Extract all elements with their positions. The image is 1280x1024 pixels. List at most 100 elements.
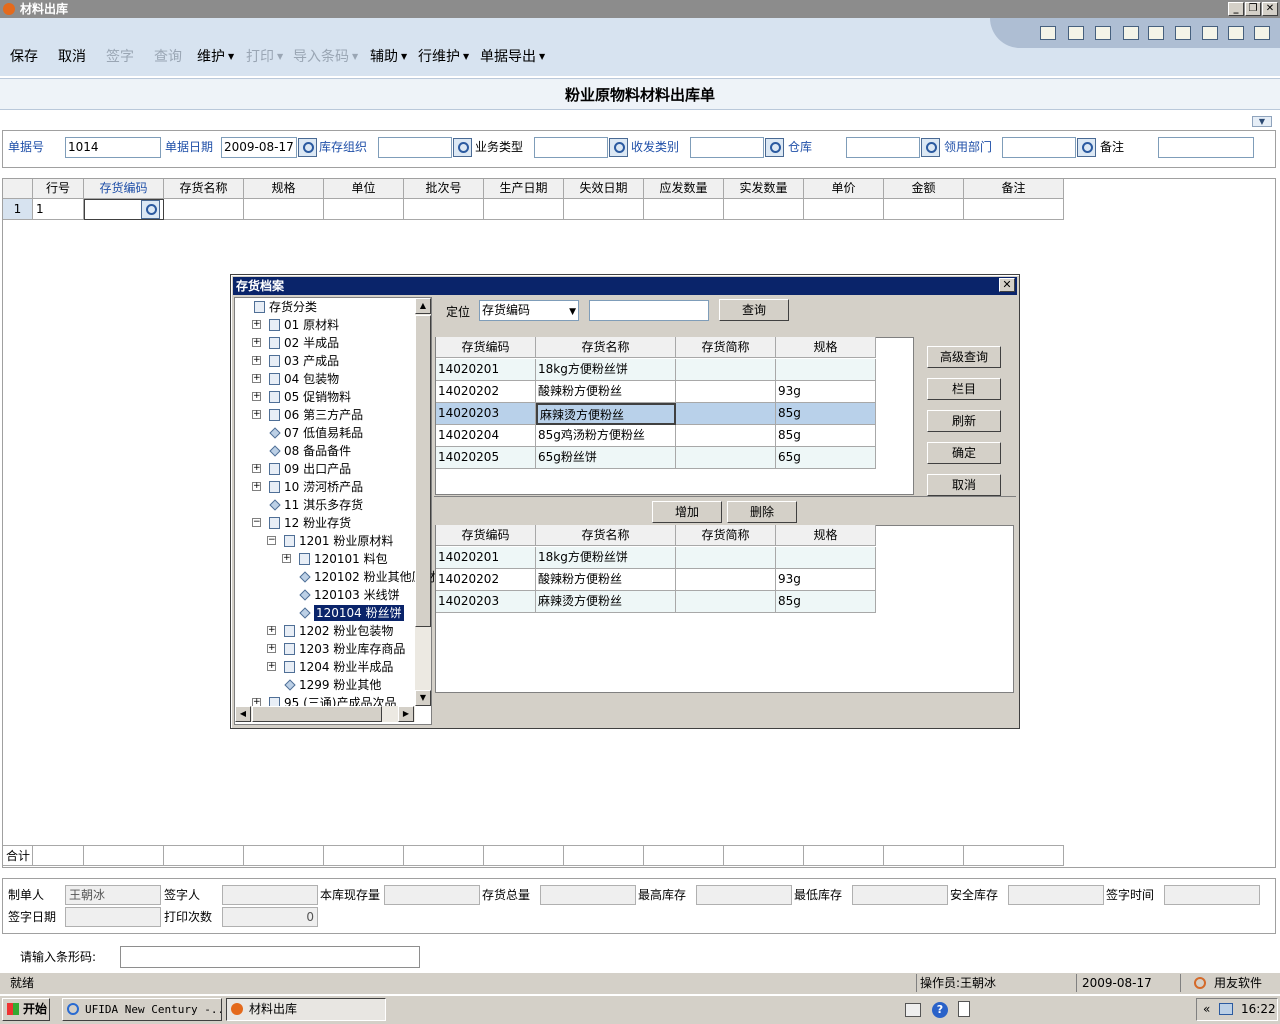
dialog-side-button[interactable]: 确定: [927, 442, 1001, 464]
grid-header-cell[interactable]: 存货编码: [84, 179, 164, 199]
warehouse-field[interactable]: [846, 137, 920, 158]
grid-header-cell[interactable]: 存货名称: [164, 179, 244, 199]
expand-icon[interactable]: +: [252, 338, 261, 347]
table-cell[interactable]: 14020201: [436, 359, 536, 381]
tree-node-label[interactable]: 05 促销物料: [284, 389, 351, 405]
expand-icon[interactable]: +: [252, 392, 261, 401]
tree-node-label[interactable]: 06 第三方产品: [284, 407, 363, 423]
scroll-down-icon[interactable]: ▼: [415, 690, 431, 706]
locate-value-input[interactable]: [589, 300, 709, 321]
table-cell[interactable]: 14020205: [436, 447, 536, 469]
grid-header-cell[interactable]: 批次号: [404, 179, 484, 199]
id-card-icon[interactable]: [1123, 26, 1139, 40]
menu-item[interactable]: 维护 ▼: [197, 48, 234, 66]
table-cell[interactable]: [804, 199, 884, 220]
table-cell[interactable]: [776, 547, 876, 569]
table-cell[interactable]: 14020203: [436, 403, 536, 425]
grid-header-cell[interactable]: 生产日期: [484, 179, 564, 199]
expand-icon[interactable]: +: [267, 644, 276, 653]
table-header-cell[interactable]: 存货简称: [676, 337, 776, 358]
tree-node-label[interactable]: 07 低值易耗品: [284, 425, 363, 441]
stock-org-lookup-icon[interactable]: [453, 138, 472, 157]
collapse-icon[interactable]: −: [267, 536, 276, 545]
remark-field[interactable]: [1158, 137, 1254, 158]
tree-node-label[interactable]: 10 涝河桥产品: [284, 479, 363, 495]
table-cell[interactable]: 麻辣烫方便粉丝: [536, 591, 676, 613]
tree-node-label[interactable]: 02 半成品: [284, 335, 339, 351]
close-button[interactable]: ✕: [1262, 2, 1278, 16]
doc-no-field[interactable]: 1014: [65, 137, 161, 158]
dialog-side-button[interactable]: 栏目: [927, 378, 1001, 400]
table-cell[interactable]: 14020201: [436, 547, 536, 569]
expand-icon[interactable]: +: [252, 482, 261, 491]
table-cell[interactable]: [884, 199, 964, 220]
table-header-cell[interactable]: 存货编码: [436, 525, 536, 546]
table-cell[interactable]: 18kg方便粉丝饼: [536, 547, 676, 569]
scroll-right-icon[interactable]: ▶: [398, 706, 414, 722]
table-cell[interactable]: [676, 425, 776, 447]
biz-type-field[interactable]: [534, 137, 608, 158]
grid-header-cell[interactable]: 规格: [244, 179, 324, 199]
menu-item[interactable]: 行维护 ▼: [418, 48, 469, 66]
tree-node-label[interactable]: 09 出口产品: [284, 461, 351, 477]
taskbar-item-material-out[interactable]: 材料出库: [226, 998, 386, 1021]
tree-horizontal-scrollbar[interactable]: ◀ ▶: [235, 706, 415, 722]
table-header-cell[interactable]: 存货名称: [536, 337, 676, 358]
dialog-side-button[interactable]: 高级查询: [927, 346, 1001, 368]
table-cell[interactable]: 93g: [776, 569, 876, 591]
locate-field-select[interactable]: 存货编码 ▼: [479, 300, 579, 321]
tree-node-label[interactable]: 1299 粉业其他: [299, 677, 381, 693]
diamond-icon[interactable]: [1228, 26, 1244, 40]
table-cell[interactable]: 85g: [776, 403, 876, 425]
delete-button[interactable]: 删除: [727, 501, 797, 523]
table-cell[interactable]: [676, 547, 776, 569]
tray-expand-icon[interactable]: «: [1203, 1002, 1210, 1016]
tree-node-label[interactable]: 1202 粉业包装物: [299, 623, 393, 639]
table-cell[interactable]: [676, 447, 776, 469]
card-icon[interactable]: [1095, 26, 1111, 40]
menu-item[interactable]: 单据导出 ▼: [480, 48, 545, 66]
network-icon[interactable]: [1219, 1003, 1233, 1015]
table-header-cell[interactable]: 存货名称: [536, 525, 676, 546]
table-cell[interactable]: 85g: [776, 425, 876, 447]
report-icon[interactable]: [1148, 26, 1164, 40]
expand-icon[interactable]: +: [252, 374, 261, 383]
table-cell[interactable]: 酸辣粉方便粉丝: [536, 381, 676, 403]
restore-button[interactable]: ❐: [1245, 2, 1261, 16]
table-cell[interactable]: [676, 569, 776, 591]
table-cell[interactable]: 14020203: [436, 591, 536, 613]
table-cell[interactable]: 14020202: [436, 569, 536, 591]
user-icon[interactable]: [1040, 26, 1056, 40]
table-cell[interactable]: [564, 199, 644, 220]
expand-icon[interactable]: +: [267, 662, 276, 671]
expand-icon[interactable]: +: [267, 626, 276, 635]
warehouse-lookup-icon[interactable]: [921, 138, 940, 157]
doc-date-field[interactable]: 2009-08-17: [221, 137, 297, 158]
tree-node-label[interactable]: 01 原材料: [284, 317, 339, 333]
expand-icon[interactable]: +: [252, 320, 261, 329]
table-cell[interactable]: 14020202: [436, 381, 536, 403]
table-cell[interactable]: 1: [33, 199, 84, 220]
inventory-code-lookup-icon[interactable]: [141, 200, 160, 219]
tree-node-label[interactable]: 04 包装物: [284, 371, 339, 387]
scroll-up-icon[interactable]: ▲: [415, 298, 431, 314]
tree-node-label[interactable]: 1201 粉业原材料: [299, 533, 393, 549]
table-cell[interactable]: 麻辣烫方便粉丝: [536, 403, 676, 425]
table-header-cell[interactable]: 规格: [776, 525, 876, 546]
query-button[interactable]: 查询: [719, 299, 789, 321]
tree-node-label[interactable]: 120103 米线饼: [314, 587, 400, 603]
grid-header-cell[interactable]: 单位: [324, 179, 404, 199]
dialog-side-button[interactable]: 取消: [927, 474, 1001, 496]
tree-node-label[interactable]: 11 淇乐多存货: [284, 497, 363, 513]
table-cell[interactable]: 18kg方便粉丝饼: [536, 359, 676, 381]
grid-header-cell[interactable]: 金额: [884, 179, 964, 199]
tree-node-label[interactable]: 1204 粉业半成品: [299, 659, 393, 675]
table-cell[interactable]: [776, 359, 876, 381]
barcode-input[interactable]: [120, 946, 420, 968]
table-cell[interactable]: [244, 199, 324, 220]
table-cell[interactable]: [84, 199, 164, 220]
tree-node-label[interactable]: 08 备品备件: [284, 443, 351, 459]
people-icon[interactable]: [1175, 26, 1191, 40]
minimize-button[interactable]: _: [1228, 2, 1244, 16]
io-type-field[interactable]: [690, 137, 764, 158]
